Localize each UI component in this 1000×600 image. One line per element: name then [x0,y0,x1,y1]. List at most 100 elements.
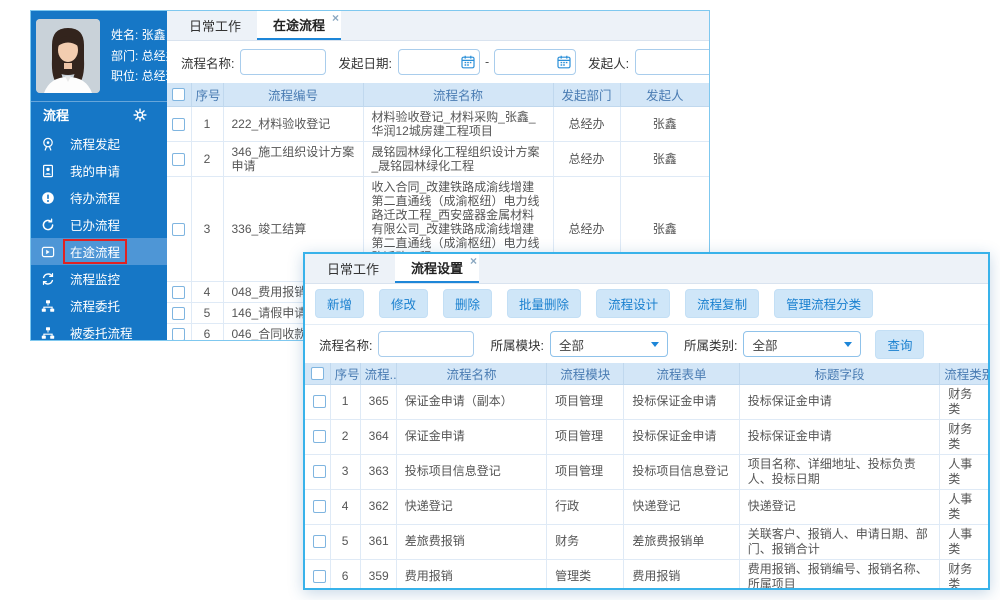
batch-delete-button[interactable]: 批量删除 [507,289,581,318]
column-header[interactable]: 序号 [191,83,223,106]
in-transit-icon [40,244,55,259]
table-cell: 行政 [547,489,624,524]
column-header[interactable]: 流程类别 [940,363,988,384]
row-checkbox[interactable] [313,535,326,548]
table-row[interactable]: 5361差旅费报销财务差旅费报销单关联客户、报销人、申请日期、部门、报销合计人事… [305,524,988,559]
column-header[interactable]: 序号 [330,363,360,384]
table-cell: 项目管理 [547,384,624,419]
sidebar-item-in-transit-flows[interactable]: 在途流程 [31,238,167,265]
sidebar-item-delegated-flows[interactable]: 被委托流程 [31,319,167,340]
table-cell: 人事类 [940,489,988,524]
table-cell: 1 [191,106,223,141]
table-cell: 4 [191,281,223,302]
row-checkbox[interactable] [172,223,185,236]
table-cell: 5 [330,524,360,559]
category-select[interactable]: 全部 [743,331,861,357]
column-header[interactable]: 流程名称 [363,83,553,106]
row-checkbox[interactable] [172,118,185,131]
table-cell: 投标保证金申请 [739,419,940,454]
column-header[interactable]: 流程模块 [547,363,624,384]
table-cell: 投标保证金申请 [624,419,739,454]
flow-copy-button[interactable]: 流程复制 [685,289,759,318]
flow-name-input[interactable] [378,331,474,357]
search-button[interactable]: 查询 [875,330,924,359]
sidebar-item-flow-initiate[interactable]: 流程发起 [31,130,167,157]
table-header-row: 序号流程编号流程名称发起部门发起人 [167,83,709,106]
sidebar-item-my-applications[interactable]: 我的申请 [31,157,167,184]
select-all-checkbox[interactable] [172,88,185,101]
table-cell: 6 [330,559,360,590]
row-checkbox[interactable] [172,328,185,340]
edit-button[interactable]: 修改 [379,289,428,318]
close-icon[interactable]: × [470,255,477,267]
row-checkbox[interactable] [172,307,185,320]
tab-daily-work[interactable]: 日常工作 [173,11,257,40]
calendar-icon[interactable] [461,55,475,69]
sidebar-item-done-flows[interactable]: 已办流程 [31,211,167,238]
table-cell: 4 [330,489,360,524]
sidebar-item-flow-delegate[interactable]: 流程委托 [31,292,167,319]
table-cell: 365 [360,384,396,419]
alert-circle-icon [40,190,55,205]
column-header[interactable]: 流程表单 [624,363,739,384]
column-header[interactable]: 发起人 [620,83,709,106]
row-checkbox[interactable] [313,430,326,443]
sidebar-item-todo-flows[interactable]: 待办流程 [31,184,167,211]
gear-icon[interactable] [132,107,147,122]
table-row[interactable]: 2364保证金申请项目管理投标保证金申请投标保证金申请财务类 [305,419,988,454]
column-header[interactable]: 标题字段 [739,363,940,384]
column-header[interactable]: 发起部门 [553,83,620,106]
table-cell: 张鑫 [620,141,709,176]
sitemap-icon [40,298,55,313]
table-cell: 费用报销、报销编号、报销名称、所属项目 [739,559,940,590]
calendar-icon[interactable] [557,55,571,69]
row-checkbox[interactable] [313,500,326,513]
category-label: 所属类别: [684,335,737,354]
close-icon[interactable]: × [332,12,339,24]
table-cell: 6 [191,324,223,340]
sidebar: 姓名: 张鑫 部门: 总经办 职位: 总经理 流程 流程发起我的申请待办流程已办… [31,11,167,340]
table-cell: 人事类 [940,524,988,559]
table-row[interactable]: 1365保证金申请（副本）项目管理投标保证金申请投标保证金申请财务类 [305,384,988,419]
row-checkbox[interactable] [172,153,185,166]
sidebar-section-header: 流程 [31,101,167,127]
table-cell: 363 [360,454,396,489]
column-header[interactable]: 流程... [360,363,396,384]
table-cell: 差旅费报销 [396,524,546,559]
profile-card: 姓名: 张鑫 部门: 总经办 职位: 总经理 [31,11,167,101]
table-cell: 222_材料验收登记 [223,106,363,141]
tab-flow-settings[interactable]: 流程设置× [395,254,479,283]
window1-tabbar: 日常工作在途流程 × [167,11,709,41]
column-header[interactable]: 流程编号 [223,83,363,106]
column-header[interactable]: 流程名称 [396,363,546,384]
manage-categories-button[interactable]: 管理流程分类 [774,289,873,318]
tab-in-transit-flows[interactable]: 在途流程 × [257,11,341,40]
table-row[interactable]: 6359费用报销管理类费用报销费用报销、报销编号、报销名称、所属项目财务类 [305,559,988,590]
table-cell: 投标项目信息登记 [396,454,546,489]
add-button[interactable]: 新增 [315,289,364,318]
table-row[interactable]: 3363投标项目信息登记项目管理投标项目信息登记项目名称、详细地址、投标负责人、… [305,454,988,489]
initiator-input[interactable] [635,49,709,75]
flow-name-input[interactable] [240,49,326,75]
delete-button[interactable]: 删除 [443,289,492,318]
module-label: 所属模块: [490,335,543,354]
table-cell: 快递登记 [624,489,739,524]
table-row[interactable]: 2346_施工组织设计方案申请晟铭园林绿化工程组织设计方案_晟铭园林绿化工程总经… [167,141,709,176]
module-select[interactable]: 全部 [550,331,668,357]
row-checkbox[interactable] [313,570,326,583]
table-cell: 364 [360,419,396,454]
flow-settings-table: 序号流程...流程名称流程模块流程表单标题字段流程类别1365保证金申请（副本）… [305,363,988,590]
tab-daily-work[interactable]: 日常工作 [311,254,395,283]
table-cell: 张鑫 [620,106,709,141]
table-row[interactable]: 4362快递登记行政快递登记快递登记人事类 [305,489,988,524]
table-cell: 项目名称、详细地址、投标负责人、投标日期 [739,454,940,489]
row-checkbox[interactable] [313,465,326,478]
table-cell: 快递登记 [396,489,546,524]
row-checkbox[interactable] [172,286,185,299]
table-row[interactable]: 1222_材料验收登记材料验收登记_材料采购_张鑫_华润12城房建工程项目总经办… [167,106,709,141]
tab-label: 在途流程 [273,15,325,34]
sidebar-item-flow-monitor[interactable]: 流程监控 [31,265,167,292]
flow-design-button[interactable]: 流程设计 [596,289,670,318]
select-all-checkbox[interactable] [311,367,324,380]
row-checkbox[interactable] [313,395,326,408]
